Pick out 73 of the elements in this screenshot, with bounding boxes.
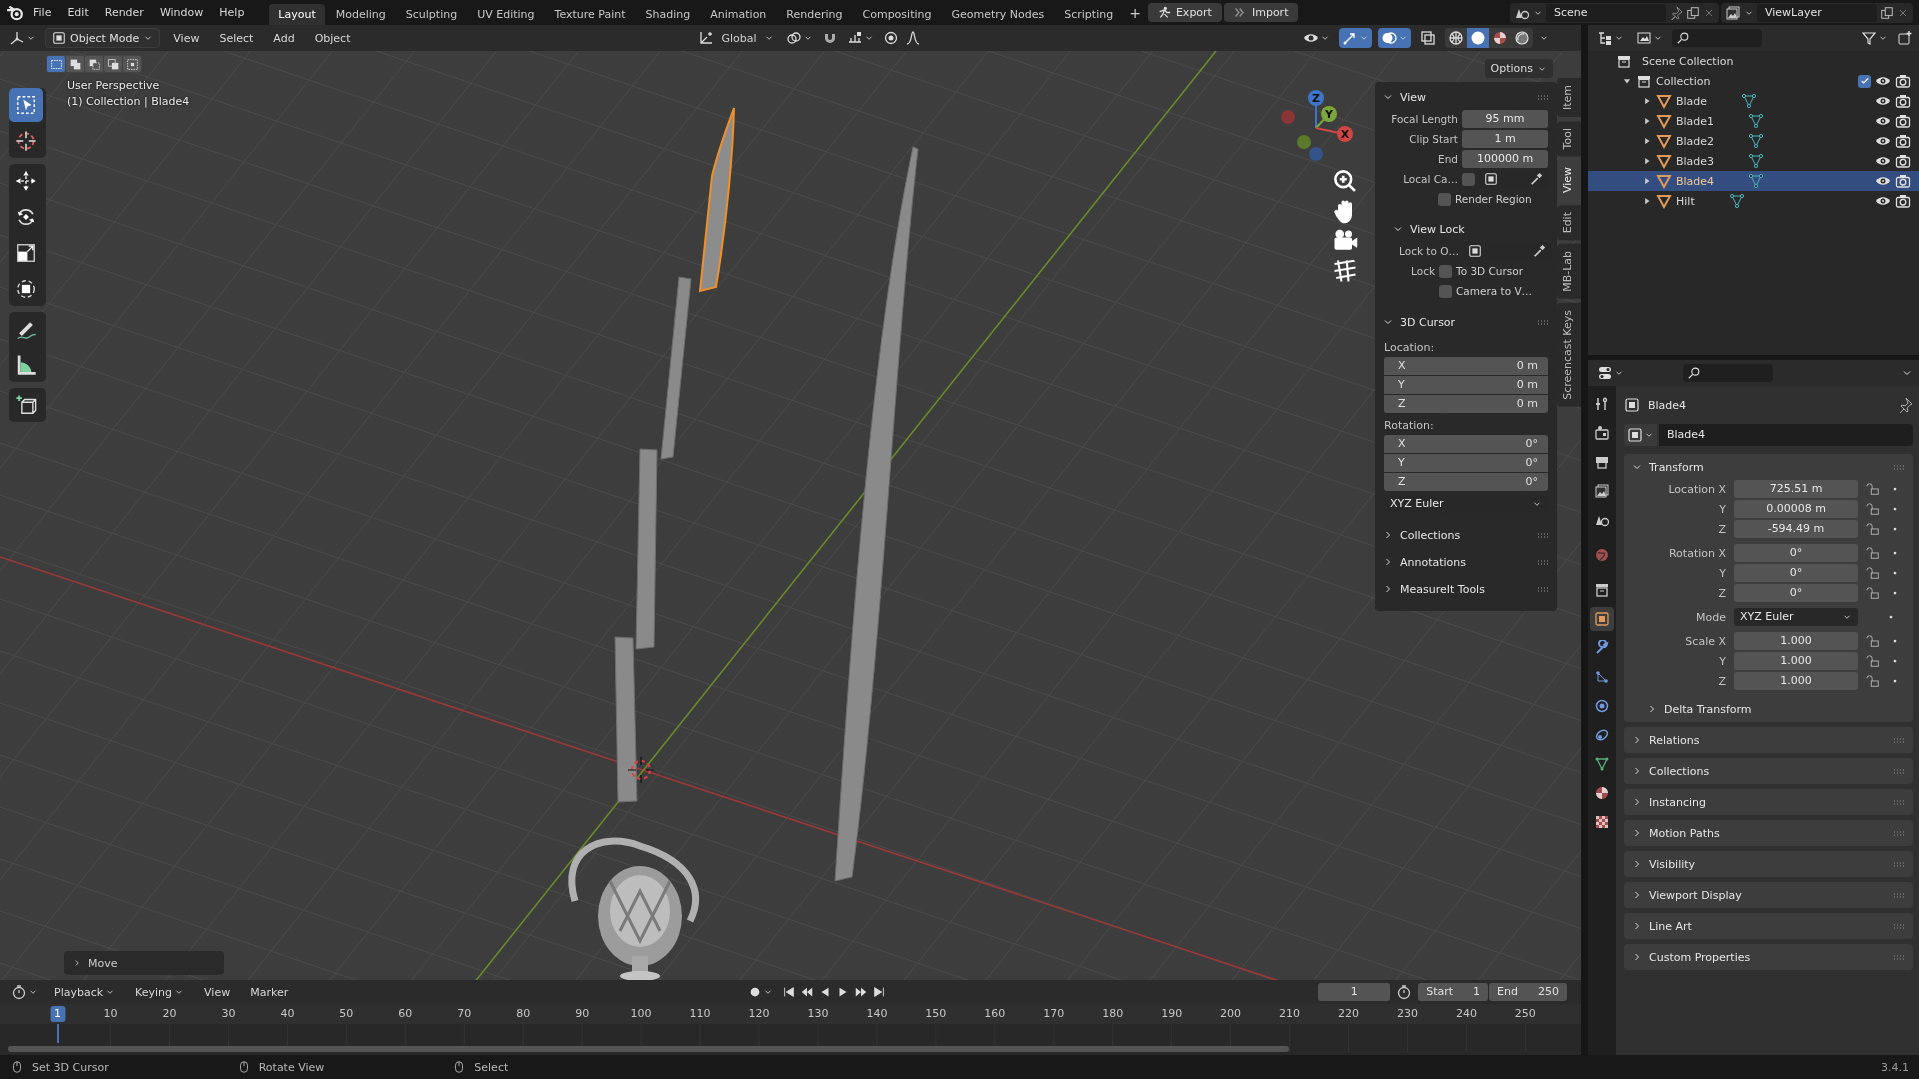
view-name: User Perspective <box>67 79 160 92</box>
field-value: 1 <box>1473 984 1481 1000</box>
frame-label: 150 <box>925 1007 947 1020</box>
field-label: Lock to O… <box>1398 244 1459 259</box>
button-label: Export <box>1175 6 1212 19</box>
axis-label: X <box>1398 436 1406 452</box>
field-label: Clip Start <box>1408 132 1458 147</box>
frame-label: 70 <box>457 1007 472 1020</box>
frame-label: 170 <box>1043 1007 1065 1020</box>
frame-label: 210 <box>1279 1007 1301 1020</box>
frame-label: 120 <box>748 1007 770 1020</box>
field-label: Z <box>1717 586 1726 600</box>
field-value: 0 m <box>1516 358 1538 374</box>
axis-label: Z <box>1398 396 1406 412</box>
field-label: Y <box>1718 502 1726 516</box>
status-hint: Set 3D Cursor <box>32 1060 109 1074</box>
checkbox-label: Render Region <box>1455 193 1532 205</box>
frame-label: 50 <box>339 1007 354 1020</box>
axis-label: Z <box>1398 474 1406 490</box>
frame-label: 230 <box>1396 1007 1418 1020</box>
field-label: Lock <box>1410 264 1435 279</box>
field-value: 250 <box>1537 984 1559 1000</box>
field-label: Z <box>1717 674 1726 688</box>
frame-label: 240 <box>1455 1007 1477 1020</box>
frame-label: 180 <box>1102 1007 1124 1020</box>
field-label: Z <box>1717 522 1726 536</box>
context-label: (1) Collection | Blade4 <box>67 95 190 108</box>
checkbox-label: Camera to V… <box>1456 285 1533 297</box>
frame-label: 130 <box>807 1007 829 1020</box>
status-hint: Select <box>474 1060 509 1074</box>
frame-label: 110 <box>689 1007 711 1020</box>
frame-label: 90 <box>575 1007 590 1020</box>
field-label: Mode <box>1695 610 1726 624</box>
axis-label: Y <box>1398 377 1405 393</box>
dropdown-value: XYZ Euler <box>1390 496 1444 512</box>
frame-label: 140 <box>866 1007 888 1020</box>
field-label: Scale X <box>1684 634 1726 648</box>
frame-label: 220 <box>1338 1007 1359 1020</box>
field-label: Y <box>1718 566 1726 580</box>
field-label: Focal Length <box>1390 112 1458 127</box>
field-label: Y <box>1718 654 1726 668</box>
field-label: End <box>1497 984 1518 1000</box>
field-label: End <box>1437 152 1458 167</box>
frame-label: 30 <box>221 1007 236 1020</box>
axis-label: X <box>1398 358 1406 374</box>
version-label: 3.4.1 <box>1881 1060 1909 1074</box>
section-label: Rotation: <box>1384 418 1435 434</box>
dropdown-value: XYZ Euler <box>1740 609 1794 625</box>
frame-label: 160 <box>984 1007 1006 1020</box>
button-label: Import <box>1251 6 1289 19</box>
field-label: Start <box>1426 984 1454 1000</box>
section-label: Location: <box>1384 340 1436 356</box>
field-label: Rotation X <box>1667 546 1726 560</box>
frame-label: 20 <box>162 1007 177 1020</box>
frame-label: 80 <box>516 1007 531 1020</box>
frame-label: 60 <box>398 1007 413 1020</box>
frame-label: 10 <box>103 1007 118 1020</box>
field-value: 0 m <box>1516 377 1538 393</box>
checkbox-label: To 3D Cursor <box>1456 265 1523 277</box>
status-hint: Rotate View <box>258 1060 325 1074</box>
field-value: 0° <box>1525 455 1538 471</box>
field-value: 0° <box>1525 474 1538 490</box>
frame-label: 190 <box>1161 1007 1183 1020</box>
field-label: Location X <box>1667 482 1726 496</box>
field-value: 0 m <box>1516 396 1538 412</box>
frame-label: 250 <box>1514 1007 1536 1020</box>
frame-label: 40 <box>280 1007 295 1020</box>
frame-label: 200 <box>1220 1007 1242 1020</box>
field-label: Local Ca… <box>1402 172 1458 187</box>
axis-label: Y <box>1398 455 1405 471</box>
frame-label: 100 <box>630 1007 652 1020</box>
field-value: 0° <box>1525 436 1538 452</box>
object-name: Blade4 <box>1648 398 1687 412</box>
